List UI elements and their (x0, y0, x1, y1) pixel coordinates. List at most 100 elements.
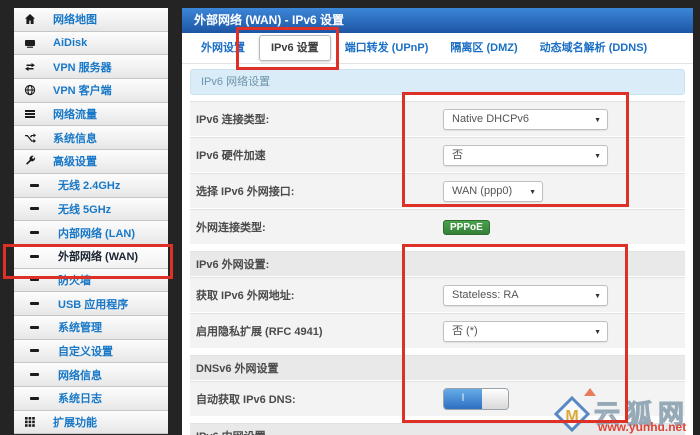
dash-icon (30, 184, 39, 187)
sidebar-item-system-log[interactable]: 系统日志 (14, 387, 168, 411)
sidebar-item-label: 无线 2.4GHz (58, 177, 120, 193)
sidebar: 网络地图 AiDisk VPN 服务器 VPN 客户端网络流量系统信息高级设置无线 2… (14, 8, 168, 435)
router-admin-page: 网络地图 AiDisk VPN 服务器 VPN 客户端网络流量系统信息高级设置无线 2… (0, 0, 700, 435)
sidebar-item-label: 系统日志 (58, 390, 102, 406)
sidebar-item-label: 外部网络 (WAN) (58, 248, 138, 264)
toggle-off-segment (482, 389, 508, 409)
dash-icon (30, 349, 39, 352)
field-row-ipv6-connection-type: IPv6 连接类型: Native DHCPv6 ▼ (190, 101, 685, 137)
tab-bar: 外网设置IPv6 设置端口转发 (UPnP)隔离区 (DMZ)动态域名解析 (D… (182, 33, 693, 64)
watermark: M 云狐网 www.yunhu.net (552, 386, 700, 435)
section-banner: IPv6 网络设置 (190, 69, 685, 95)
sidebar-item-wan[interactable]: 外部网络 (WAN) (14, 245, 168, 269)
vpn-server-icon (23, 60, 37, 74)
sidebar-item-lan[interactable]: 内部网络 (LAN) (14, 221, 168, 245)
field-label: DNSv6 外网设置 (196, 360, 685, 376)
sidebar-item-advanced-settings[interactable]: 高级设置 (14, 150, 168, 174)
dash-icon (30, 397, 39, 400)
main-panel: 外部网络 (WAN) - IPv6 设置 外网设置IPv6 设置端口转发 (UP… (182, 8, 693, 435)
sidebar-item-network-map[interactable]: 网络地图 (14, 8, 168, 32)
field-label: 获取 IPv6 外网地址: (196, 287, 443, 303)
sidebar-item-label: VPN 服务器 (53, 59, 112, 75)
selected-value: WAN (ppp0) (452, 185, 512, 197)
sidebar-item-label: 防火墙 (58, 272, 91, 288)
chevron-down-icon: ▼ (594, 146, 601, 167)
privacy-extension-select[interactable]: 否 (*)▼ (443, 321, 608, 342)
ipv6-wan-interface-select[interactable]: WAN (ppp0) ▼ (443, 181, 543, 202)
chevron-down-icon: ▼ (594, 110, 601, 131)
selected-value: Native DHCPv6 (452, 113, 529, 125)
sidebar-item-extensions[interactable]: 扩展功能 (14, 411, 168, 435)
sidebar-item-wireless-5ghz[interactable]: 无线 5GHz (14, 198, 168, 222)
sidebar-item-label: 无线 5GHz (58, 201, 111, 217)
wrench-icon (23, 154, 37, 168)
sidebar-item-usb-apps[interactable]: USB 应用程序 (14, 292, 168, 316)
sidebar-item-label: 扩展功能 (53, 414, 97, 430)
ipv6-hw-acceleration-select[interactable]: 否▼ (443, 145, 608, 166)
field-row-ipv6-wan-address: 获取 IPv6 外网地址: Stateless: RA ▼ (190, 277, 685, 313)
sidebar-item-firewall[interactable]: 防火墙 (14, 269, 168, 293)
chevron-down-icon: ▼ (594, 322, 601, 343)
tab-port-forwarding[interactable]: 端口转发 (UPnP) (334, 36, 440, 60)
sidebar-item-label: 网络地图 (53, 11, 97, 27)
field-label: IPv6 外网设置: (196, 256, 685, 272)
field-label: 启用隐私扩展 (RFC 4941) (196, 323, 443, 339)
watermark-logo-icon: M (554, 396, 590, 432)
toggle-on-segment: l (444, 389, 482, 409)
field-row-privacy-extension: 启用隐私扩展 (RFC 4941)否 (*)▼ (190, 313, 685, 349)
field-row-ipv6-hw-acceleration: IPv6 硬件加速否▼ (190, 137, 685, 173)
sidebar-item-custom-settings[interactable]: 自定义设置 (14, 340, 168, 364)
dash-icon (30, 231, 39, 234)
svg-text:M: M (565, 408, 578, 425)
dash-icon (30, 373, 39, 376)
sidebar-item-label: USB 应用程序 (58, 296, 128, 312)
field-label: IPv6 硬件加速 (196, 147, 443, 163)
chevron-down-icon: ▼ (529, 182, 536, 203)
sidebar-item-vpn-server[interactable]: VPN 服务器 (14, 55, 168, 79)
globe-icon (23, 83, 37, 97)
ipv6-wan-address-select[interactable]: Stateless: RA ▼ (443, 285, 608, 306)
chevron-down-icon: ▼ (594, 286, 601, 307)
wan-connection-type-badge: PPPoE (443, 220, 490, 235)
selected-value: Stateless: RA (452, 289, 519, 301)
sidebar-item-label: VPN 客户端 (53, 82, 112, 98)
field-row-wan-connection-type: 外网连接类型:PPPoE (190, 209, 685, 245)
sidebar-item-label: 系统管理 (58, 319, 102, 335)
disk-icon (23, 36, 37, 50)
home-icon (23, 12, 37, 26)
sidebar-item-network-traffic[interactable]: 网络流量 (14, 103, 168, 127)
watermark-url: www.yunhu.net (598, 420, 686, 434)
tab-wan-settings[interactable]: 外网设置 (190, 36, 256, 60)
sidebar-list: 网络地图 AiDisk VPN 服务器 VPN 客户端网络流量系统信息高级设置无线 2… (14, 8, 168, 434)
sidebar-item-network-info[interactable]: 网络信息 (14, 363, 168, 387)
sidebar-item-label: 自定义设置 (58, 343, 113, 359)
tab-dmz[interactable]: 隔离区 (DMZ) (439, 36, 528, 60)
settings-content: IPv6 网络设置 IPv6 连接类型:Native DHCPv6▼IPv6 硬… (182, 64, 693, 435)
dash-icon (30, 255, 39, 258)
section-dnsv6-wan-settings: DNSv6 外网设置 (190, 355, 685, 381)
sidebar-item-label: 内部网络 (LAN) (58, 225, 135, 241)
dash-icon (30, 326, 39, 329)
sidebar-item-label: 系统信息 (53, 130, 97, 146)
sidebar-item-administration[interactable]: 系统管理 (14, 316, 168, 340)
field-label: IPv6 连接类型: (196, 111, 443, 127)
dash-icon (30, 302, 39, 305)
ipv6-connection-type-select[interactable]: Native DHCPv6 ▼ (443, 109, 608, 130)
field-label: 选择 IPv6 外网接口: (196, 183, 443, 199)
tab-ipv6-settings[interactable]: IPv6 设置 (259, 35, 331, 61)
sidebar-item-label: AiDisk (53, 37, 87, 49)
sidebar-item-vpn-client[interactable]: VPN 客户端 (14, 79, 168, 103)
sidebar-item-aidisk[interactable]: AiDisk (14, 32, 168, 56)
sidebar-item-wireless-24ghz[interactable]: 无线 2.4GHz (14, 174, 168, 198)
shuffle-icon (23, 131, 37, 145)
traffic-icon (23, 107, 37, 121)
tab-ddns[interactable]: 动态域名解析 (DDNS) (529, 36, 659, 60)
section-ipv6-wan-settings: IPv6 外网设置: (190, 251, 685, 277)
dash-icon (30, 207, 39, 210)
field-label: 外网连接类型: (196, 219, 443, 235)
auto-ipv6-dns-toggle[interactable]: l (443, 388, 509, 410)
sidebar-item-label: 网络信息 (58, 367, 102, 383)
page-title: 外部网络 (WAN) - IPv6 设置 (182, 8, 693, 33)
form-rows: IPv6 连接类型:Native DHCPv6▼IPv6 硬件加速否▼选择 IP… (190, 101, 685, 435)
sidebar-item-system-info[interactable]: 系统信息 (14, 126, 168, 150)
